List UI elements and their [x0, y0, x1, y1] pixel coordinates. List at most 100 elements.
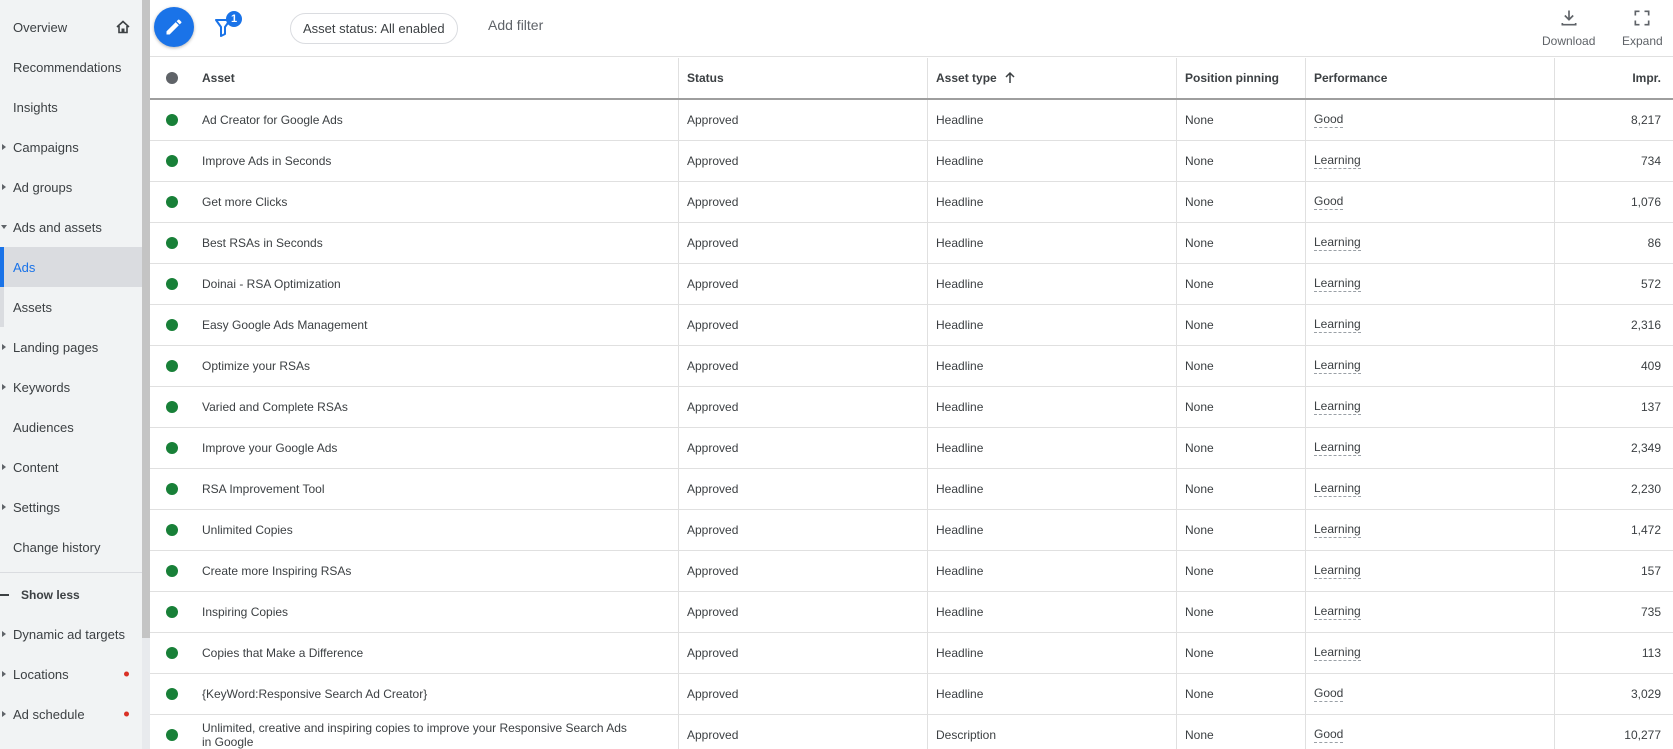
- show-less-toggle[interactable]: Show less: [0, 582, 142, 608]
- status-cell[interactable]: [150, 715, 194, 749]
- performance-cell[interactable]: Learning: [1305, 592, 1554, 632]
- sidebar-item-ad-groups[interactable]: Ad groups: [0, 167, 142, 207]
- asset-cell[interactable]: Get more Clicks: [194, 182, 678, 222]
- sidebar-item-ads[interactable]: Ads: [0, 247, 142, 287]
- table-row[interactable]: Inspiring Copies Approved Headline None Lear…: [150, 592, 1673, 633]
- performance-cell[interactable]: Good: [1305, 674, 1554, 714]
- table-row[interactable]: Improve your Google Ads Approved Headline N…: [150, 428, 1673, 469]
- performance-label[interactable]: Learning: [1314, 563, 1361, 579]
- asset-cell[interactable]: Unlimited Copies: [194, 510, 678, 550]
- performance-cell[interactable]: Learning: [1305, 264, 1554, 304]
- asset-cell[interactable]: Doinai - RSA Optimization: [194, 264, 678, 304]
- column-header-status[interactable]: Status: [678, 58, 927, 98]
- sidebar-item-insights[interactable]: Insights: [0, 87, 142, 127]
- performance-label[interactable]: Learning: [1314, 522, 1361, 538]
- sidebar-item-landing-pages[interactable]: Landing pages: [0, 327, 142, 367]
- performance-cell[interactable]: Learning: [1305, 305, 1554, 345]
- status-cell[interactable]: [150, 141, 194, 181]
- status-cell[interactable]: [150, 100, 194, 140]
- column-header-asset-type[interactable]: Asset type: [927, 58, 1176, 98]
- performance-cell[interactable]: Learning: [1305, 633, 1554, 673]
- asset-cell[interactable]: Inspiring Copies: [194, 592, 678, 632]
- column-header-asset[interactable]: Asset: [194, 58, 678, 98]
- table-row[interactable]: Unlimited, creative and inspiring copies…: [150, 715, 1673, 749]
- performance-cell[interactable]: Good: [1305, 715, 1554, 749]
- asset-cell[interactable]: Best RSAs in Seconds: [194, 223, 678, 263]
- column-header-position-pinning[interactable]: Position pinning: [1176, 58, 1305, 98]
- table-row[interactable]: RSA Improvement Tool Approved Headline None…: [150, 469, 1673, 510]
- table-row[interactable]: {KeyWord:Responsive Search Ad Creator} Ap…: [150, 674, 1673, 715]
- add-filter-button[interactable]: Add filter: [488, 17, 543, 33]
- column-header-impr[interactable]: Impr.: [1554, 58, 1673, 98]
- asset-cell[interactable]: RSA Improvement Tool: [194, 469, 678, 509]
- asset-cell[interactable]: Ad Creator for Google Ads: [194, 100, 678, 140]
- status-cell[interactable]: [150, 633, 194, 673]
- status-cell[interactable]: [150, 182, 194, 222]
- sidebar-item-change-history[interactable]: Change history: [0, 527, 142, 567]
- table-row[interactable]: Unlimited Copies Approved Headline None Lear…: [150, 510, 1673, 551]
- expand-button[interactable]: Expand: [1622, 8, 1663, 48]
- header-status-filter[interactable]: [150, 58, 194, 98]
- table-row[interactable]: Copies that Make a Difference Approved Hea…: [150, 633, 1673, 674]
- asset-cell[interactable]: Optimize your RSAs: [194, 346, 678, 386]
- sidebar-item-content[interactable]: Content: [0, 447, 142, 487]
- sidebar-item-keywords[interactable]: Keywords: [0, 367, 142, 407]
- performance-label[interactable]: Good: [1314, 727, 1344, 743]
- asset-cell[interactable]: Varied and Complete RSAs: [194, 387, 678, 427]
- performance-label[interactable]: Good: [1314, 194, 1344, 210]
- performance-cell[interactable]: Learning: [1305, 510, 1554, 550]
- status-cell[interactable]: [150, 674, 194, 714]
- performance-label[interactable]: Learning: [1314, 399, 1361, 415]
- performance-label[interactable]: Learning: [1314, 645, 1361, 661]
- asset-cell[interactable]: Unlimited, creative and inspiring copies…: [194, 715, 678, 749]
- performance-label[interactable]: Learning: [1314, 317, 1361, 333]
- table-row[interactable]: Best RSAs in Seconds Approved Headline None…: [150, 223, 1673, 264]
- status-cell[interactable]: [150, 346, 194, 386]
- sidebar-item-assets[interactable]: Assets: [0, 287, 142, 327]
- performance-cell[interactable]: Learning: [1305, 428, 1554, 468]
- performance-label[interactable]: Learning: [1314, 276, 1361, 292]
- asset-cell[interactable]: Improve Ads in Seconds: [194, 141, 678, 181]
- performance-label[interactable]: Good: [1314, 686, 1344, 702]
- performance-cell[interactable]: Learning: [1305, 551, 1554, 591]
- sidebar-scrollbar[interactable]: [142, 0, 150, 749]
- performance-cell[interactable]: Good: [1305, 182, 1554, 222]
- performance-label[interactable]: Learning: [1314, 604, 1361, 620]
- table-row[interactable]: Easy Google Ads Management Approved Headli…: [150, 305, 1673, 346]
- performance-cell[interactable]: Learning: [1305, 346, 1554, 386]
- sidebar-item-ads-and-assets[interactable]: Ads and assets: [0, 207, 142, 247]
- performance-label[interactable]: Good: [1314, 112, 1344, 128]
- table-row[interactable]: Varied and Complete RSAs Approved Headline…: [150, 387, 1673, 428]
- asset-cell[interactable]: Create more Inspiring RSAs: [194, 551, 678, 591]
- sidebar-item-overview[interactable]: Overview: [0, 7, 142, 47]
- table-row[interactable]: Create more Inspiring RSAs Approved Headli…: [150, 551, 1673, 592]
- table-row[interactable]: Get more Clicks Approved Headline None Good 1…: [150, 182, 1673, 223]
- sidebar-item-audiences[interactable]: Audiences: [0, 407, 142, 447]
- performance-label[interactable]: Learning: [1314, 481, 1361, 497]
- performance-cell[interactable]: Learning: [1305, 223, 1554, 263]
- sidebar-item-ad-schedule[interactable]: Ad schedule: [0, 694, 142, 734]
- sidebar-item-settings[interactable]: Settings: [0, 487, 142, 527]
- table-row[interactable]: Improve Ads in Seconds Approved Headline No…: [150, 141, 1673, 182]
- performance-label[interactable]: Learning: [1314, 235, 1361, 251]
- performance-label[interactable]: Learning: [1314, 153, 1361, 169]
- status-cell[interactable]: [150, 428, 194, 468]
- performance-cell[interactable]: Learning: [1305, 141, 1554, 181]
- status-cell[interactable]: [150, 551, 194, 591]
- asset-cell[interactable]: Copies that Make a Difference: [194, 633, 678, 673]
- sidebar-scrollbar-thumb[interactable]: [142, 0, 150, 638]
- performance-cell[interactable]: Learning: [1305, 387, 1554, 427]
- asset-cell[interactable]: Easy Google Ads Management: [194, 305, 678, 345]
- performance-label[interactable]: Learning: [1314, 358, 1361, 374]
- sidebar-item-recommendations[interactable]: Recommendations: [0, 47, 142, 87]
- sidebar-item-campaigns[interactable]: Campaigns: [0, 127, 142, 167]
- status-cell[interactable]: [150, 469, 194, 509]
- table-row[interactable]: Ad Creator for Google Ads Approved Headlin…: [150, 100, 1673, 141]
- sidebar-item-locations[interactable]: Locations: [0, 654, 142, 694]
- asset-status-filter-chip[interactable]: Asset status: All enabled: [290, 13, 458, 44]
- status-cell[interactable]: [150, 305, 194, 345]
- asset-cell[interactable]: {KeyWord:Responsive Search Ad Creator}: [194, 674, 678, 714]
- performance-label[interactable]: Learning: [1314, 440, 1361, 456]
- edit-fab-button[interactable]: [154, 7, 194, 47]
- performance-cell[interactable]: Good: [1305, 100, 1554, 140]
